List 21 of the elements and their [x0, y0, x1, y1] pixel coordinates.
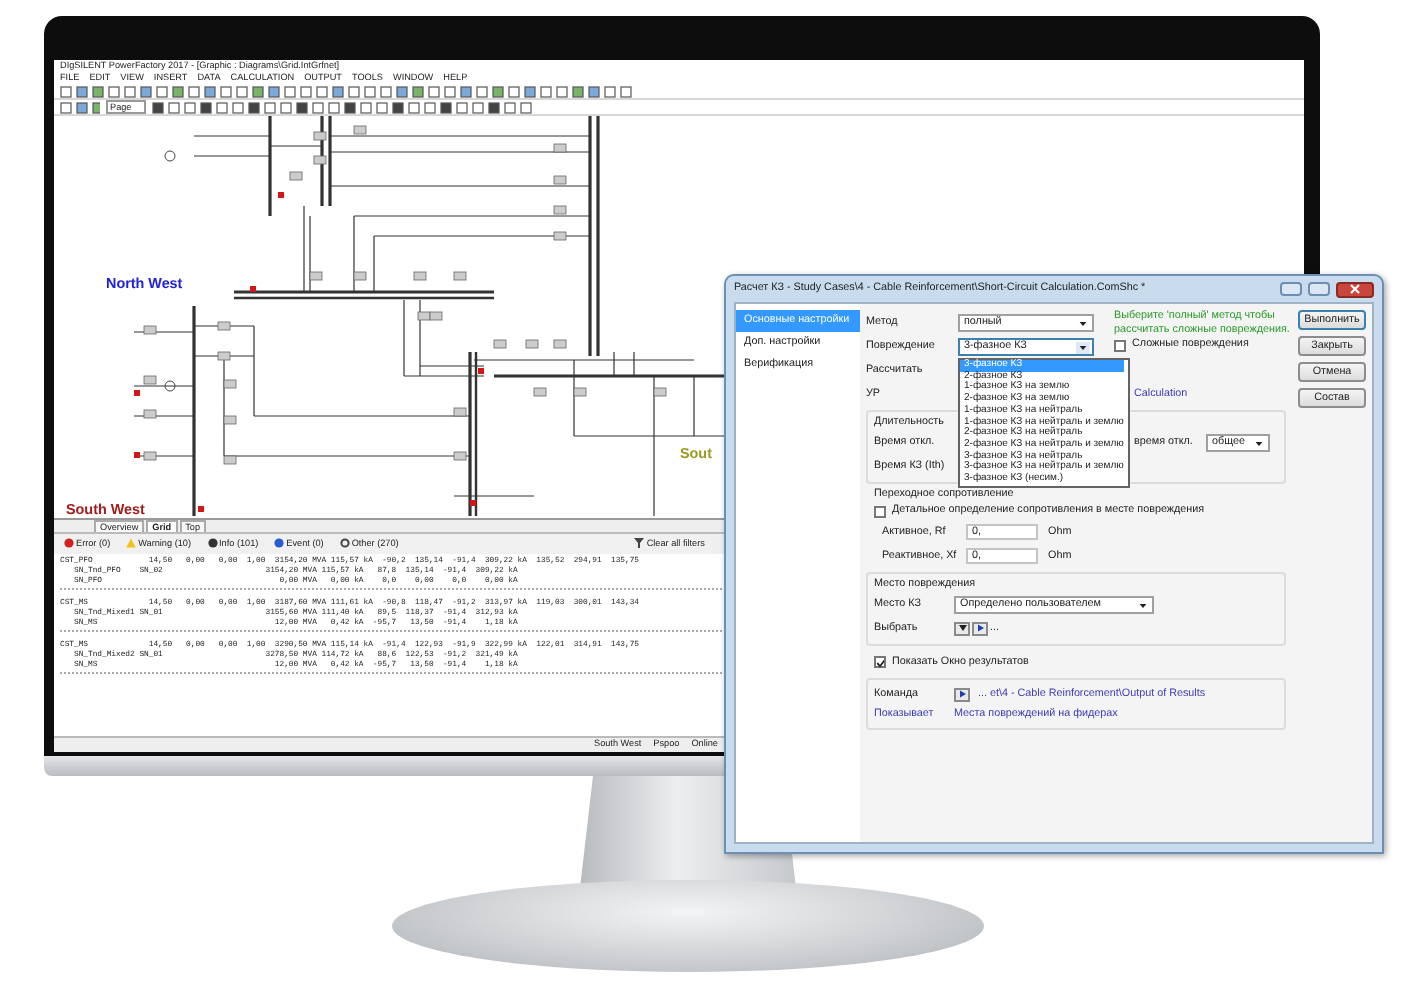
toolbar-icons-drawing[interactable] [60, 101, 100, 113]
caret-icon [1136, 599, 1150, 611]
filter-icon [634, 538, 645, 549]
checkbox[interactable] [874, 505, 886, 517]
close-button[interactable] [1336, 281, 1374, 297]
caret-icon [1076, 317, 1090, 329]
info-icon [207, 538, 217, 549]
dropdown-button[interactable] [954, 621, 970, 635]
gear-icon [339, 538, 350, 549]
close-icon [1350, 284, 1360, 294]
maximize-button[interactable] [1308, 282, 1330, 296]
checkbox[interactable] [874, 656, 886, 668]
event-icon [274, 538, 285, 549]
caret-icon [1252, 437, 1266, 449]
arrow-button[interactable] [954, 687, 970, 701]
minimize-button[interactable] [1280, 282, 1302, 296]
warning-icon [126, 538, 137, 549]
checkbox[interactable] [1114, 339, 1126, 351]
error-icon [64, 538, 74, 549]
caret-icon [1076, 341, 1090, 353]
arrow-button[interactable] [972, 621, 988, 635]
